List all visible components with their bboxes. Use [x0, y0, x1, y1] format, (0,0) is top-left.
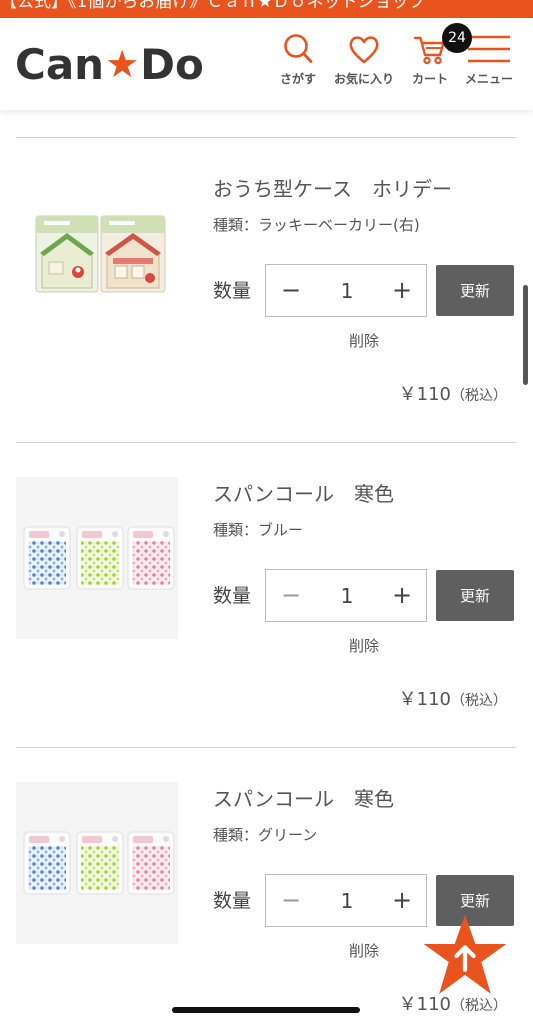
cart-item-list: おうち型ケース ホリデー 種類：ラッキーベーカリー(右) 数量 − + 更新 削… [0, 137, 533, 1023]
delete-link[interactable]: 削除 [334, 636, 394, 656]
nav-menu-label: メニュー [464, 72, 513, 86]
page-scrollbar[interactable] [523, 285, 528, 385]
product-variant: 種類：グリーン [213, 826, 318, 844]
quantity-label: 数量 [213, 280, 252, 302]
nav-search[interactable]: さがす [268, 32, 328, 102]
nav-cart-label: カート [411, 72, 448, 86]
quantity-increase-button[interactable]: + [382, 875, 422, 926]
quantity-input[interactable] [322, 570, 372, 621]
quantity-stepper: − + [265, 569, 427, 622]
cart-item: おうち型ケース ホリデー 種類：ラッキーベーカリー(右) 数量 − + 更新 削… [0, 137, 533, 442]
nav-favorites-label: お気に入り [333, 72, 394, 86]
quantity-input[interactable] [322, 875, 372, 926]
quantity-decrease-button[interactable]: − [271, 570, 311, 621]
quantity-decrease-button[interactable]: − [271, 875, 311, 926]
banner-text: 【公式】《1個からお届け》Ｃａｎ★Ｄｏネットショップ [0, 0, 426, 12]
item-divider [16, 747, 516, 748]
site-header: Can ★ Do さがす お気に入り カート 24 メニュー [0, 18, 533, 110]
nav-search-label: さがす [279, 72, 316, 86]
delete-link[interactable]: 削除 [334, 331, 394, 351]
quantity-decrease-button[interactable]: − [271, 265, 311, 316]
logo-text-can: Can [15, 39, 105, 89]
home-indicator [172, 1007, 360, 1013]
product-image[interactable] [16, 477, 178, 639]
delete-link[interactable]: 削除 [334, 941, 394, 961]
product-variant: 種類：ラッキーベーカリー(右) [213, 216, 420, 234]
item-price: ￥110（税込） [399, 688, 507, 713]
product-title[interactable]: スパンコール 寒色 [213, 786, 394, 812]
product-image[interactable] [16, 172, 178, 334]
tax-note: （税込） [451, 388, 507, 404]
cando-logo[interactable]: Can ★ Do [15, 39, 204, 89]
quantity-label: 数量 [213, 585, 252, 607]
nav-favorites[interactable]: お気に入り [331, 32, 397, 102]
hamburger-menu-icon [468, 35, 510, 63]
quantity-increase-button[interactable]: + [382, 570, 422, 621]
quantity-input[interactable] [322, 265, 372, 316]
item-divider [16, 442, 516, 443]
update-button[interactable]: 更新 [436, 265, 514, 316]
item-divider [16, 137, 516, 138]
product-title[interactable]: おうち型ケース ホリデー [213, 176, 452, 202]
quantity-stepper: − + [265, 264, 427, 317]
tax-note: （税込） [451, 693, 507, 709]
logo-text-do: Do [140, 39, 204, 89]
quantity-stepper: − + [265, 874, 427, 927]
cart-count-badge: 24 [442, 23, 472, 53]
logo-star-icon: ★ [105, 42, 140, 86]
quantity-increase-button[interactable]: + [382, 265, 422, 316]
product-title[interactable]: スパンコール 寒色 [213, 481, 394, 507]
heart-icon [349, 36, 379, 64]
scroll-to-top-button[interactable] [422, 913, 508, 999]
update-button[interactable]: 更新 [436, 570, 514, 621]
price-value: ￥110 [398, 689, 451, 710]
product-image[interactable] [16, 782, 178, 944]
product-variant: 種類：ブルー [213, 521, 304, 539]
search-icon [284, 34, 313, 63]
item-price: ￥110（税込） [399, 383, 507, 408]
price-value: ￥110 [398, 384, 451, 405]
tax-note: （税込） [451, 998, 507, 1014]
quantity-label: 数量 [213, 890, 252, 912]
top-banner: 【公式】《1個からお届け》Ｃａｎ★Ｄｏネットショップ [0, 0, 533, 18]
cart-item: スパンコール 寒色 種類：ブルー 数量 − + 更新 削除 ￥110（税込） [0, 442, 533, 747]
